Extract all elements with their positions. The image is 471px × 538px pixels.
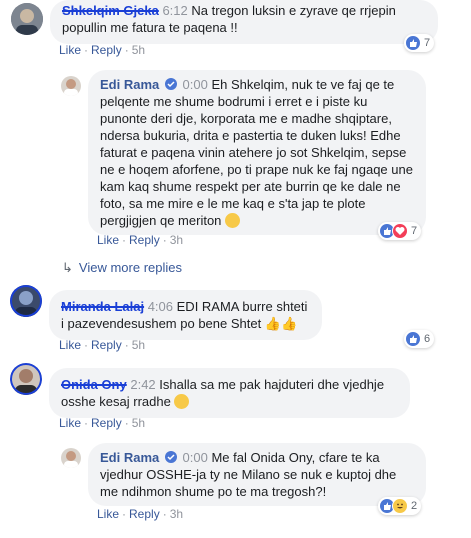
- comment-time: 0:00: [182, 450, 208, 465]
- like-link[interactable]: Like: [59, 416, 81, 430]
- comment-time: 4:06: [147, 299, 174, 314]
- comment-age: 5h: [131, 416, 146, 430]
- avatar[interactable]: [10, 285, 42, 317]
- comment-age: 5h: [131, 43, 146, 57]
- comment-age: 3h: [169, 507, 184, 521]
- comment-time: 6:12: [162, 3, 188, 18]
- comment-author[interactable]: Edi Rama: [100, 450, 159, 465]
- avatar[interactable]: [10, 363, 42, 395]
- comment-bubble: Shkelqim Gjeka 6:12 Na tregon luksin e z…: [50, 0, 438, 44]
- verified-icon: [164, 78, 177, 90]
- comment-age: 5h: [131, 338, 146, 352]
- view-more-label: View more replies: [78, 260, 182, 275]
- like-reaction-icon: [405, 35, 421, 51]
- reaction-count: 6: [424, 333, 431, 345]
- praying-emoji-icon: [174, 394, 190, 409]
- reaction-summary[interactable]: 2: [378, 497, 422, 515]
- reply-bubble: Edi Rama 0:00 Me fal Onida Ony, cfare te…: [88, 443, 426, 506]
- avatar[interactable]: [11, 3, 43, 35]
- like-link[interactable]: Like: [59, 338, 81, 352]
- reply-bubble: Edi Rama 0:00 Eh Shkelqim, nuk te ve faj…: [88, 70, 426, 235]
- comment-author[interactable]: Miranda Lalaj: [61, 299, 144, 314]
- reaction-count: 2: [411, 500, 418, 512]
- comment-author[interactable]: Edi Rama: [100, 77, 159, 92]
- thumbs-up-emoji-icon: 👍👍: [264, 316, 298, 331]
- comment-author[interactable]: Onida Ony: [61, 377, 127, 392]
- reply-arrow-icon: ↳: [62, 260, 73, 275]
- like-link[interactable]: Like: [59, 43, 81, 57]
- reply-link[interactable]: Reply: [129, 507, 160, 521]
- comment-author[interactable]: Shkelqim Gjeka: [62, 3, 159, 18]
- comment-actions: Like · Reply · 5h: [59, 43, 146, 57]
- like-link[interactable]: Like: [97, 507, 119, 521]
- comment-time: 2:42: [130, 377, 156, 392]
- comment-actions: Like · Reply · 5h: [59, 338, 146, 352]
- reaction-count: 7: [424, 37, 431, 49]
- reaction-summary[interactable]: 7: [378, 222, 422, 240]
- haha-reaction-icon: [392, 498, 408, 514]
- comment-actions: Like · Reply · 3h: [97, 233, 184, 247]
- verified-icon: [164, 451, 177, 463]
- reaction-count: 7: [411, 225, 418, 237]
- comment-bubble: Miranda Lalaj 4:06 EDI RAMA burre shteti…: [49, 290, 322, 340]
- comment-actions: Like · Reply · 3h: [97, 507, 184, 521]
- avatar[interactable]: [61, 448, 81, 468]
- reply-link[interactable]: Reply: [91, 338, 122, 352]
- comment-bubble: Onida Ony 2:42 Ishalla sa me pak hajdute…: [49, 368, 410, 418]
- comment-age: 3h: [169, 233, 184, 247]
- reaction-summary[interactable]: 7: [404, 34, 435, 52]
- reply-link[interactable]: Reply: [91, 416, 122, 430]
- reply-link[interactable]: Reply: [129, 233, 160, 247]
- like-reaction-icon: [405, 331, 421, 347]
- avatar[interactable]: [61, 76, 81, 96]
- like-link[interactable]: Like: [97, 233, 119, 247]
- comment-text: Eh Shkelqim, nuk te ve faj qe te pelqent…: [100, 77, 413, 228]
- comment-time: 0:00: [182, 77, 208, 92]
- reaction-summary[interactable]: 6: [404, 330, 435, 348]
- view-more-replies[interactable]: ↳ View more replies: [62, 260, 182, 276]
- reply-link[interactable]: Reply: [91, 43, 122, 57]
- smile-emoji-icon: [225, 213, 241, 228]
- comment-actions: Like · Reply · 5h: [59, 416, 146, 430]
- love-reaction-icon: [392, 223, 408, 239]
